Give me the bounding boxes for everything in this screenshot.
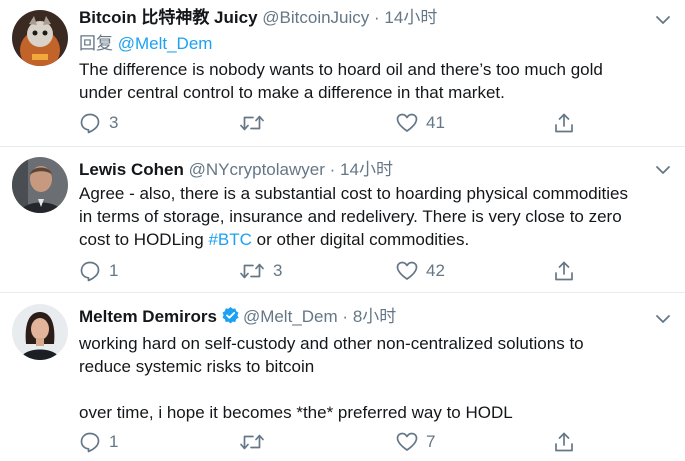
timestamp[interactable]: 14小时 <box>340 160 393 179</box>
tweet-text-line: working hard on self-custody and other n… <box>79 334 584 353</box>
retweet-icon <box>240 434 264 450</box>
tweet-text-line: in terms of storage, insurance and redel… <box>79 207 622 226</box>
display-name[interactable]: Lewis Cohen <box>79 160 184 179</box>
separator-dot: · <box>329 160 336 179</box>
share-icon <box>555 261 573 281</box>
reply-button[interactable]: 3 <box>79 112 118 134</box>
tweet-bitcoinjuicy[interactable]: Bitcoin 比特神教 Juicy @BitcoinJuicy · 14小时 … <box>0 0 685 146</box>
like-button[interactable]: 41 <box>396 112 445 134</box>
reply-context: 回复 @Melt_Dem <box>79 33 212 55</box>
display-name[interactable]: Meltem Demirors <box>79 307 217 326</box>
chevron-down-icon[interactable] <box>653 10 673 30</box>
reply-button[interactable]: 1 <box>79 431 118 453</box>
tweet-text-line: reduce systemic risks to bitcoin <box>79 357 315 376</box>
like-count: 41 <box>426 113 445 132</box>
tweet-melt-dem[interactable]: Meltem Demirors @Melt_Dem · 8小时 working … <box>0 293 685 461</box>
timestamp[interactable]: 8小时 <box>353 307 396 326</box>
tweet-actions: 1 7 <box>79 431 579 453</box>
tweet-text-line: under central control to make a differen… <box>79 83 505 102</box>
separator-dot: · <box>342 307 349 326</box>
retweet-button[interactable] <box>239 112 273 134</box>
verified-badge-icon <box>222 306 239 324</box>
tweet-text: Agree - also, there is a substantial cos… <box>79 182 669 251</box>
tweet-text-line: cost to HODLing #BTC or other digital co… <box>79 228 669 251</box>
reply-count: 1 <box>109 261 119 280</box>
reply-button[interactable]: 1 <box>79 260 118 282</box>
hashtag-link[interactable]: #BTC <box>208 230 251 249</box>
share-button[interactable] <box>553 260 575 282</box>
timestamp[interactable]: 14小时 <box>384 8 437 27</box>
tweet-actions: 1 3 42 <box>79 260 579 282</box>
user-handle[interactable]: @Melt_Dem <box>243 307 338 326</box>
tweet-nycryptolawyer[interactable]: Lewis Cohen @NYcryptolawyer · 14小时 Agree… <box>0 147 685 292</box>
like-button[interactable]: 42 <box>396 260 445 282</box>
reply-mention-link[interactable]: @Melt_Dem <box>118 34 213 53</box>
avatar[interactable] <box>12 304 68 360</box>
separator-dot: · <box>374 8 380 27</box>
tweet-actions: 3 41 <box>79 112 579 134</box>
tweet-header: Meltem Demirors @Melt_Dem · 8小时 <box>79 306 396 328</box>
reply-count: 1 <box>109 432 119 451</box>
chevron-down-icon[interactable] <box>653 309 673 329</box>
tweet-text-line: over time, i hope it becomes *the* prefe… <box>79 403 513 422</box>
share-button[interactable] <box>553 112 575 134</box>
user-handle[interactable]: @BitcoinJuicy <box>262 8 369 27</box>
share-icon <box>555 113 573 133</box>
tweet-text: working hard on self-custody and other n… <box>79 332 669 424</box>
share-button[interactable] <box>553 431 575 453</box>
reply-icon <box>80 113 100 134</box>
share-icon <box>555 432 573 452</box>
avatar[interactable] <box>12 157 68 213</box>
reply-label: 回复 <box>79 34 113 53</box>
heart-icon <box>396 432 418 451</box>
heart-icon <box>396 113 418 132</box>
display-name[interactable]: Bitcoin 比特神教 Juicy <box>79 8 258 27</box>
reply-icon <box>80 432 100 453</box>
retweet-button[interactable] <box>239 431 273 453</box>
like-count: 42 <box>426 261 445 280</box>
tweet-text: The difference is nobody wants to hoard … <box>79 58 669 104</box>
tweet-text-segment: or other digital commodities. <box>251 230 470 249</box>
chevron-down-icon[interactable] <box>653 160 673 180</box>
reply-icon <box>80 261 100 282</box>
reply-count: 3 <box>109 113 119 132</box>
tweet-text-line: The difference is nobody wants to hoard … <box>79 60 603 79</box>
like-count: 7 <box>426 432 436 451</box>
heart-icon <box>396 261 418 280</box>
retweet-button[interactable]: 3 <box>239 260 282 282</box>
retweet-count: 3 <box>273 261 283 280</box>
tweet-text-segment: cost to HODLing <box>79 230 209 249</box>
tweet-header: Lewis Cohen @NYcryptolawyer · 14小时 <box>79 159 393 181</box>
retweet-icon <box>240 115 264 131</box>
retweet-icon <box>240 263 264 279</box>
like-button[interactable]: 7 <box>396 431 435 453</box>
avatar[interactable] <box>12 10 68 66</box>
tweet-text-blank <box>79 378 669 401</box>
tweet-header: Bitcoin 比特神教 Juicy @BitcoinJuicy · 14小时 <box>79 7 437 29</box>
tweet-text-line: Agree - also, there is a substantial cos… <box>79 184 628 203</box>
user-handle[interactable]: @NYcryptolawyer <box>189 160 325 179</box>
